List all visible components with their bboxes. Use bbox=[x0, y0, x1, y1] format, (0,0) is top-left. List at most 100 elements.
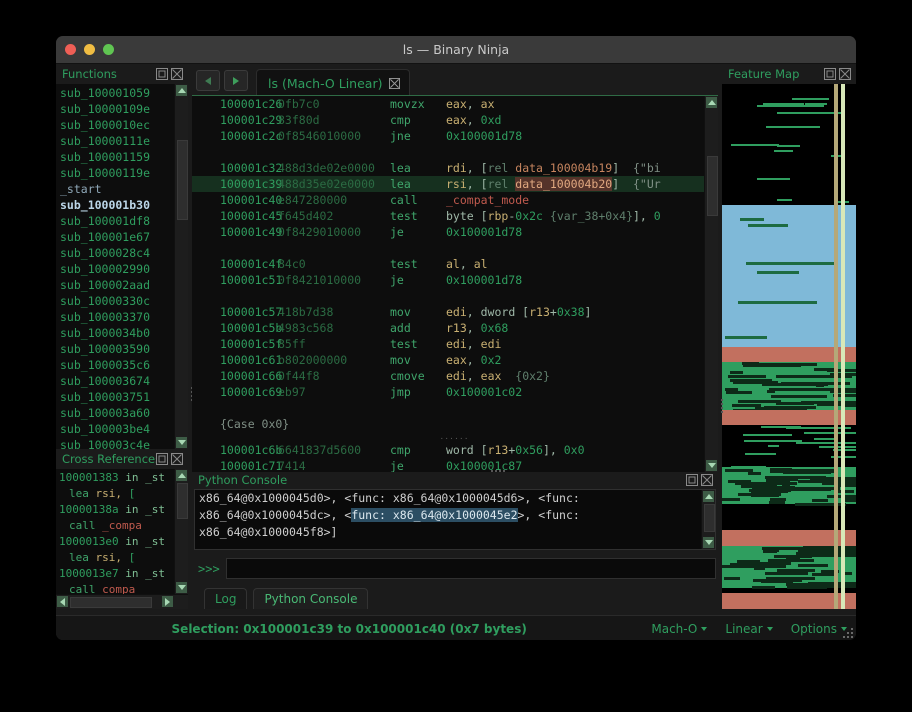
function-list-item[interactable]: sub_100003674 bbox=[56, 373, 188, 389]
scroll-down-arrow-icon[interactable] bbox=[176, 582, 187, 593]
close-icon[interactable] bbox=[701, 474, 713, 487]
function-list-item[interactable]: sub_100003751 bbox=[56, 389, 188, 405]
scroll-up-arrow-icon[interactable] bbox=[176, 470, 187, 481]
xref-detail-row[interactable]: call _compa bbox=[56, 518, 188, 534]
function-list-item[interactable]: sub_100003be4 bbox=[56, 421, 188, 437]
xref-detail-row[interactable]: call compa bbox=[56, 582, 188, 594]
function-list-item[interactable]: sub_1000035c6 bbox=[56, 357, 188, 373]
address-reference[interactable]: 0x100001c02 bbox=[446, 385, 522, 399]
scroll-right-arrow-icon[interactable] bbox=[162, 596, 173, 607]
cross-references-list[interactable]: 100001383 in _st lea rsi, [10000138a in _… bbox=[56, 469, 188, 594]
instruction-address[interactable]: 100001c51 bbox=[192, 272, 282, 288]
detach-icon[interactable] bbox=[156, 68, 168, 80]
instruction-address[interactable]: 100001c5b bbox=[192, 320, 282, 336]
scroll-up-arrow-icon[interactable] bbox=[706, 97, 717, 108]
panel-splitter-handle[interactable] bbox=[719, 394, 724, 418]
instruction-address[interactable]: 100001c45 bbox=[192, 208, 282, 224]
instruction-address[interactable]: 100001c69 bbox=[192, 384, 282, 400]
detach-icon[interactable] bbox=[686, 474, 698, 487]
disassembly-row[interactable]: 100001c57 418b7d38 mov edi, dword [r13+0x38… bbox=[192, 304, 718, 320]
feature-map-viewport-marker[interactable] bbox=[840, 84, 845, 609]
disassembly-row[interactable]: 100001c5b 4983c568 add r13, 0x68 bbox=[192, 320, 718, 336]
xref-detail-row[interactable]: lea rsi, [ bbox=[56, 550, 188, 566]
instruction-address[interactable]: 100001c32 bbox=[192, 160, 282, 176]
functions-list[interactable]: sub_100001059 sub_10000109e sub_1000010ec s… bbox=[56, 84, 188, 449]
function-reference[interactable]: _compat_mode bbox=[446, 193, 529, 207]
disassembly-row[interactable]: 100001c26 0fb7c0 movzx eax, ax bbox=[192, 96, 718, 112]
disassembly-row[interactable]: 100001c40 e847280000 call _compat_mode bbox=[192, 192, 718, 208]
function-list-item[interactable]: sub_100003a60 bbox=[56, 405, 188, 421]
instruction-address[interactable]: 100001c57 bbox=[192, 304, 282, 320]
instruction-address[interactable]: 100001c4f bbox=[192, 256, 282, 272]
disassembly-row[interactable]: 100001c5f 85ff test edi, edi bbox=[192, 336, 718, 352]
xrefs-horizontal-scrollbar[interactable] bbox=[56, 594, 188, 609]
feature-map-canvas[interactable] bbox=[722, 84, 856, 609]
detach-icon[interactable] bbox=[156, 453, 168, 465]
address-reference[interactable]: 0x100001c87 bbox=[446, 459, 522, 472]
scrollbar-thumb[interactable] bbox=[177, 483, 188, 519]
disassembly-row[interactable]: 100001c32 488d3de02e0000 lea rdi, [rel data… bbox=[192, 160, 718, 176]
function-list-item[interactable]: sub_100001e67 bbox=[56, 229, 188, 245]
scrollbar-thumb[interactable] bbox=[70, 597, 152, 608]
instruction-address[interactable]: 100001c26 bbox=[192, 96, 282, 112]
disassembly-row[interactable]: 100001c49 0f8429010000 je 0x100001d78 bbox=[192, 224, 718, 240]
instruction-address[interactable]: 100001c66 bbox=[192, 368, 282, 384]
tab-python-console[interactable]: Python Console bbox=[253, 588, 369, 609]
disassembly-row[interactable]: 100001c69 eb97 jmp 0x100001c02 bbox=[192, 384, 718, 400]
xrefs-scrollbar[interactable] bbox=[174, 469, 188, 594]
function-list-item[interactable]: sub_100003370 bbox=[56, 309, 188, 325]
function-list-item[interactable]: sub_10000119e bbox=[56, 165, 188, 181]
scroll-up-arrow-icon[interactable] bbox=[703, 490, 714, 502]
function-list-item[interactable]: sub_100001b30 bbox=[56, 197, 188, 213]
disassembly-row[interactable]: 100001c2c 0f8546010000 jne 0x100001d78 bbox=[192, 128, 718, 144]
close-icon[interactable] bbox=[839, 68, 851, 80]
xref-address-row[interactable]: 100001383 in _st bbox=[56, 470, 188, 486]
disassembly-row[interactable]: 100001c29 83f80d cmp eax, 0xd bbox=[192, 112, 718, 128]
scroll-left-arrow-icon[interactable] bbox=[57, 596, 68, 607]
function-list-item[interactable]: sub_1000028c4 bbox=[56, 245, 188, 261]
function-list-item[interactable]: sub_100003590 bbox=[56, 341, 188, 357]
instruction-address[interactable]: 100001c49 bbox=[192, 224, 282, 240]
disassembly-scrollbar[interactable] bbox=[704, 96, 718, 472]
instruction-address[interactable]: 100001c6b bbox=[192, 442, 282, 458]
status-file-format-dropdown[interactable]: Mach-O bbox=[642, 622, 716, 636]
instruction-address[interactable]: 100001c40 bbox=[192, 192, 282, 208]
instruction-address[interactable]: 100001c39 bbox=[192, 176, 282, 192]
close-icon[interactable] bbox=[389, 74, 401, 93]
function-list-item[interactable]: _start bbox=[56, 181, 188, 197]
scrollbar-thumb[interactable] bbox=[177, 140, 188, 220]
function-list-item[interactable]: sub_100002990 bbox=[56, 261, 188, 277]
instruction-address[interactable]: 100001c71 bbox=[192, 458, 282, 472]
scroll-down-arrow-icon[interactable] bbox=[703, 537, 714, 548]
resize-grip-icon[interactable] bbox=[841, 626, 853, 638]
python-console-input[interactable] bbox=[225, 558, 716, 579]
function-list-item[interactable]: sub_1000010ec bbox=[56, 117, 188, 133]
scrollbar-thumb[interactable] bbox=[707, 156, 718, 216]
disassembly-row[interactable]: 100001c71 7414 je 0x100001c87 bbox=[192, 458, 718, 472]
disassembly-view[interactable]: 100001c26 0fb7c0 movzx eax, ax 100001c29 83f8… bbox=[192, 96, 718, 472]
window-titlebar[interactable]: ls — Binary Ninja bbox=[56, 36, 856, 64]
scroll-up-arrow-icon[interactable] bbox=[176, 85, 187, 96]
function-list-item[interactable]: sub_10000109e bbox=[56, 101, 188, 117]
function-list-item[interactable]: sub_1000034b0 bbox=[56, 325, 188, 341]
instruction-address[interactable]: 100001c5f bbox=[192, 336, 282, 352]
status-view-type-dropdown[interactable]: Linear bbox=[716, 622, 781, 636]
tab-ls-macho-linear[interactable]: ls (Mach-O Linear) bbox=[256, 69, 411, 96]
disassembly-row[interactable]: 100001c51 0f8421010000 je 0x100001d78 bbox=[192, 272, 718, 288]
detach-icon[interactable] bbox=[824, 68, 836, 80]
function-list-item[interactable]: sub_100001df8 bbox=[56, 213, 188, 229]
python-console-scrollbar[interactable] bbox=[701, 489, 715, 549]
navigate-forward-button[interactable] bbox=[224, 70, 248, 91]
disassembly-row[interactable]: 100001c6b 6641837d5600 cmp word [r13+0x56],… bbox=[192, 442, 718, 458]
function-list-item[interactable]: sub_10000330c bbox=[56, 293, 188, 309]
python-console-output[interactable]: x86_64@0x1000045d0>, <func: x86_64@0x100… bbox=[194, 488, 716, 550]
instruction-address[interactable]: 100001c29 bbox=[192, 112, 282, 128]
address-reference[interactable]: 0x100001d78 bbox=[446, 129, 522, 143]
scroll-down-arrow-icon[interactable] bbox=[706, 460, 717, 471]
disassembly-row[interactable]: 100001c61 b802000000 mov eax, 0x2 bbox=[192, 352, 718, 368]
xref-address-row[interactable]: 1000013e0 in _st bbox=[56, 534, 188, 550]
disassembly-row[interactable]: 100001c4f 84c0 test al, al bbox=[192, 256, 718, 272]
function-list-item[interactable]: sub_100001159 bbox=[56, 149, 188, 165]
disassembly-collapse-handle[interactable]: ...... bbox=[192, 432, 718, 442]
function-list-item[interactable]: sub_10000111e bbox=[56, 133, 188, 149]
